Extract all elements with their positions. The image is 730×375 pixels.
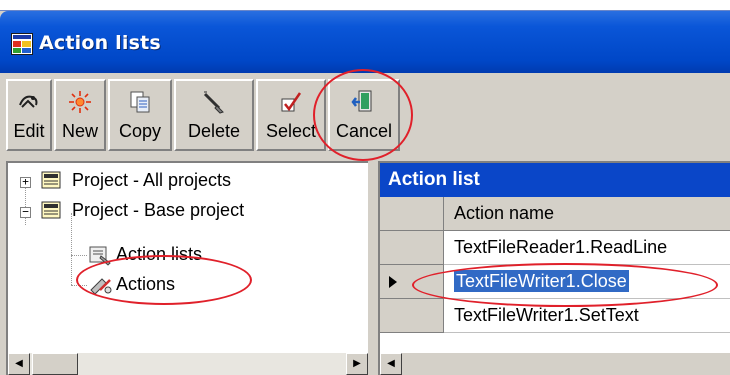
delete-icon	[203, 91, 224, 114]
select-icon	[281, 92, 302, 112]
collapse-icon[interactable]: −	[20, 206, 31, 218]
delete-label: Delete	[187, 121, 241, 141]
action-name-cell[interactable]: TextFileWriter1.SetText	[444, 299, 730, 333]
toolbar: Edit New Copy Delete Select Cancel	[6, 79, 730, 153]
tree-item-label: Action lists	[116, 244, 203, 264]
tree-horizontal-scrollbar[interactable]: ◀ ▶	[8, 353, 368, 375]
column-header-action-name[interactable]: Action name	[444, 197, 730, 231]
grid-horizontal-scrollbar[interactable]: ◀	[380, 353, 730, 375]
delete-button[interactable]: Delete	[174, 79, 254, 151]
row-indicator[interactable]	[380, 231, 444, 265]
tree-item-actions[interactable]: Actions	[8, 273, 368, 299]
edit-label: Edit	[13, 121, 45, 141]
action-name-cell[interactable]: TextFileReader1.ReadLine	[444, 231, 730, 265]
scroll-left-icon[interactable]: ◀	[380, 353, 402, 375]
action-name-text: TextFileWriter1.Close	[454, 270, 629, 292]
tree-item-action-lists[interactable]: Action lists	[8, 243, 368, 269]
project-icon	[41, 171, 61, 189]
new-button[interactable]: New	[54, 79, 106, 151]
actions-icon	[90, 278, 112, 295]
row-indicator[interactable]	[380, 299, 444, 333]
expand-icon[interactable]: +	[20, 176, 31, 188]
tree-item-label: Project - All projects	[72, 170, 232, 190]
select-label: Select	[265, 121, 317, 141]
cancel-label: Cancel	[335, 121, 393, 141]
project-tree[interactable]: + Project - All projects − Project - Bas…	[6, 161, 368, 375]
tree-item-all-projects[interactable]: + Project - All projects	[8, 169, 368, 195]
tree-item-label: Project - Base project	[72, 200, 245, 220]
table-row[interactable]: TextFileReader1.ReadLine	[380, 231, 730, 265]
tree-item-label: Actions	[116, 274, 176, 294]
grid-header-row: Action name	[380, 197, 730, 231]
action-name-text: TextFileWriter1.SetText	[454, 305, 639, 325]
row-indicator[interactable]	[380, 265, 444, 299]
action-lists-window: Action lists Edit New Copy Delete Select…	[0, 10, 730, 375]
current-row-arrow-icon	[389, 276, 397, 288]
title-bar[interactable]: Action lists	[0, 11, 730, 73]
new-icon	[69, 91, 91, 113]
select-button[interactable]: Select	[256, 79, 326, 151]
scroll-left-icon[interactable]: ◀	[8, 353, 30, 375]
table-row-selected[interactable]: TextFileWriter1.Close	[380, 265, 730, 299]
action-name-text: TextFileReader1.ReadLine	[454, 237, 668, 257]
scroll-thumb[interactable]	[32, 353, 78, 375]
tree-item-base-project[interactable]: − Project - Base project	[8, 199, 368, 225]
cancel-icon	[351, 90, 372, 112]
table-row[interactable]: TextFileWriter1.SetText	[380, 299, 730, 333]
copy-button[interactable]: Copy	[108, 79, 172, 151]
grid-caption: Action list	[380, 163, 730, 197]
row-indicator-header	[380, 197, 444, 231]
action-name-cell[interactable]: TextFileWriter1.Close	[444, 265, 730, 299]
window-title: Action lists	[39, 32, 161, 54]
copy-icon	[130, 91, 150, 113]
action-lists-icon	[89, 246, 111, 266]
copy-label: Copy	[118, 121, 162, 141]
project-icon	[41, 201, 61, 219]
cancel-button[interactable]: Cancel	[328, 79, 400, 151]
action-list-grid: Action list Action name TextFileReader1.…	[378, 161, 730, 375]
scroll-right-icon[interactable]: ▶	[346, 353, 368, 375]
app-window-icon	[11, 33, 33, 55]
edit-button[interactable]: Edit	[6, 79, 52, 151]
new-label: New	[61, 121, 98, 141]
edit-icon	[19, 95, 38, 108]
